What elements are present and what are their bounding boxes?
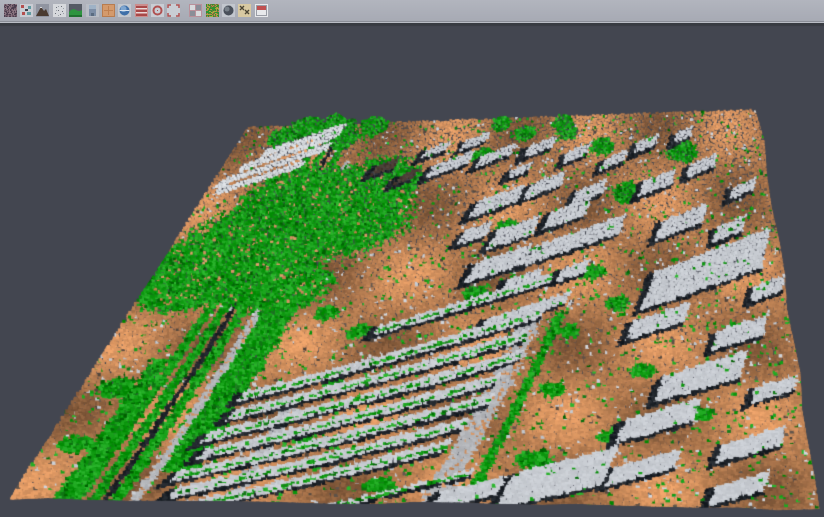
markers-icon-glyph [20, 4, 33, 17]
log-icon[interactable] [135, 4, 148, 17]
sphere-render-icon[interactable] [222, 4, 235, 17]
globe-icon[interactable] [118, 4, 131, 17]
flag-icon[interactable] [255, 4, 268, 17]
dem-icon[interactable] [36, 4, 49, 17]
classification-icon-glyph [206, 4, 219, 17]
app-window [0, 0, 824, 517]
texture-icon[interactable] [4, 4, 17, 17]
target-icon[interactable] [151, 4, 164, 17]
viewport-canvas[interactable] [0, 23, 824, 517]
viewport [0, 23, 824, 517]
filter-checker-icon-glyph [189, 4, 202, 17]
terrain-icon-glyph [69, 4, 82, 17]
terrain-icon[interactable] [69, 4, 82, 17]
target-icon-glyph [151, 4, 164, 17]
flag-icon-glyph [255, 4, 268, 17]
orthophoto-icon-glyph [102, 4, 115, 17]
orthophoto-icon[interactable] [102, 4, 115, 17]
globe-icon-glyph [118, 4, 131, 17]
clip-cross-icon-glyph [238, 4, 251, 17]
point-cloud-icon-glyph [53, 4, 66, 17]
clip-cross-icon[interactable] [238, 4, 251, 17]
markers-icon[interactable] [20, 4, 33, 17]
log-icon-glyph [135, 4, 148, 17]
toolbar [0, 0, 824, 22]
zoom-extent-icon-glyph [167, 4, 180, 17]
dem-icon-glyph [36, 4, 49, 17]
texture-icon-glyph [4, 4, 17, 17]
sphere-render-icon-glyph [222, 4, 235, 17]
side-panel-icon[interactable] [86, 4, 99, 17]
side-panel-icon-glyph [86, 4, 99, 17]
filter-checker-icon[interactable] [189, 4, 202, 17]
point-cloud-icon[interactable] [53, 4, 66, 17]
classification-icon[interactable] [206, 4, 219, 17]
zoom-extent-icon[interactable] [167, 4, 180, 17]
